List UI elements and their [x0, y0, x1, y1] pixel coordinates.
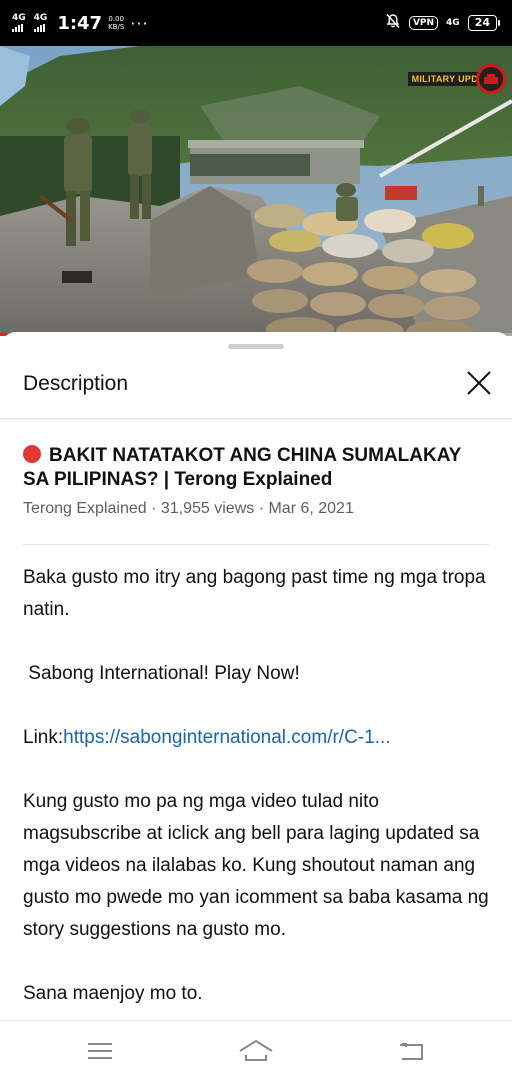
clock: 1:47: [57, 12, 103, 34]
sheet-title: Description: [23, 372, 129, 395]
description-line-3: Kung gusto mo pa ng mga video tulad nito…: [23, 791, 489, 940]
divider: [23, 544, 489, 545]
description-line-4: Sana maenjoy mo to.: [23, 983, 203, 1004]
video-meta: Terong Explained · 31,955 views · Mar 6,…: [23, 500, 354, 517]
description-sheet: Description BAKIT NATATAKOT ANG CHINA SU…: [0, 332, 512, 1020]
video-title: BAKIT NATATAKOT ANG CHINA SUMALAKAY SA P…: [23, 444, 483, 492]
status-bar: 4G 4G 1:47 0.00 KB/S ··· VPN 4G 24: [0, 0, 512, 46]
close-icon: [467, 371, 491, 395]
speed-unit: KB/S: [108, 23, 125, 31]
description-link[interactable]: https://sabonginternational.com/r/C-1...: [63, 727, 390, 748]
video-player[interactable]: MILITARY UPD: [0, 46, 512, 336]
battery-icon: 24: [467, 15, 500, 31]
home-button[interactable]: [236, 1033, 276, 1069]
channel-watermark: MILITARY UPD: [407, 63, 506, 95]
mute-icon: [385, 13, 401, 33]
description-link-line: Link:https://sabonginternational.com/r/C…: [23, 722, 493, 754]
home-icon: [239, 1039, 273, 1061]
video-title-text: BAKIT NATATAKOT ANG CHINA SUMALAKAY SA P…: [23, 445, 461, 490]
system-navigation-bar: [0, 1020, 512, 1081]
signal-1-label: 4G: [12, 13, 26, 23]
more-notifications-icon: ···: [130, 13, 149, 33]
description-line-1: Baka gusto mo itry ang bagong past time …: [23, 567, 486, 620]
watermark-text: MILITARY UPD: [407, 72, 482, 86]
description-body: Baka gusto mo itry ang bagong past time …: [23, 562, 493, 1010]
description-line-2: Sabong International! Play Now!: [23, 663, 300, 684]
signal-1-icon: 4G: [12, 14, 26, 32]
back-icon: [400, 1043, 423, 1060]
menu-icon: [88, 1043, 112, 1059]
link-label: Link:: [23, 727, 64, 748]
battery-level: 24: [467, 15, 497, 31]
signal-2-icon: 4G: [33, 13, 48, 32]
signal-2-label: 4G: [33, 13, 48, 23]
red-dot-icon: [23, 445, 41, 463]
speed-value: 0.00: [108, 15, 124, 23]
menu-button[interactable]: [80, 1033, 120, 1069]
network-speed: 0.00 KB/S: [108, 15, 124, 31]
sheet-header: Description: [0, 354, 512, 419]
network-type: 4G: [446, 18, 460, 28]
drag-handle[interactable]: [228, 344, 284, 349]
back-button[interactable]: [392, 1033, 432, 1069]
watermark-logo-icon: [476, 64, 506, 94]
vpn-badge: VPN: [408, 16, 439, 30]
close-button[interactable]: [464, 368, 494, 398]
